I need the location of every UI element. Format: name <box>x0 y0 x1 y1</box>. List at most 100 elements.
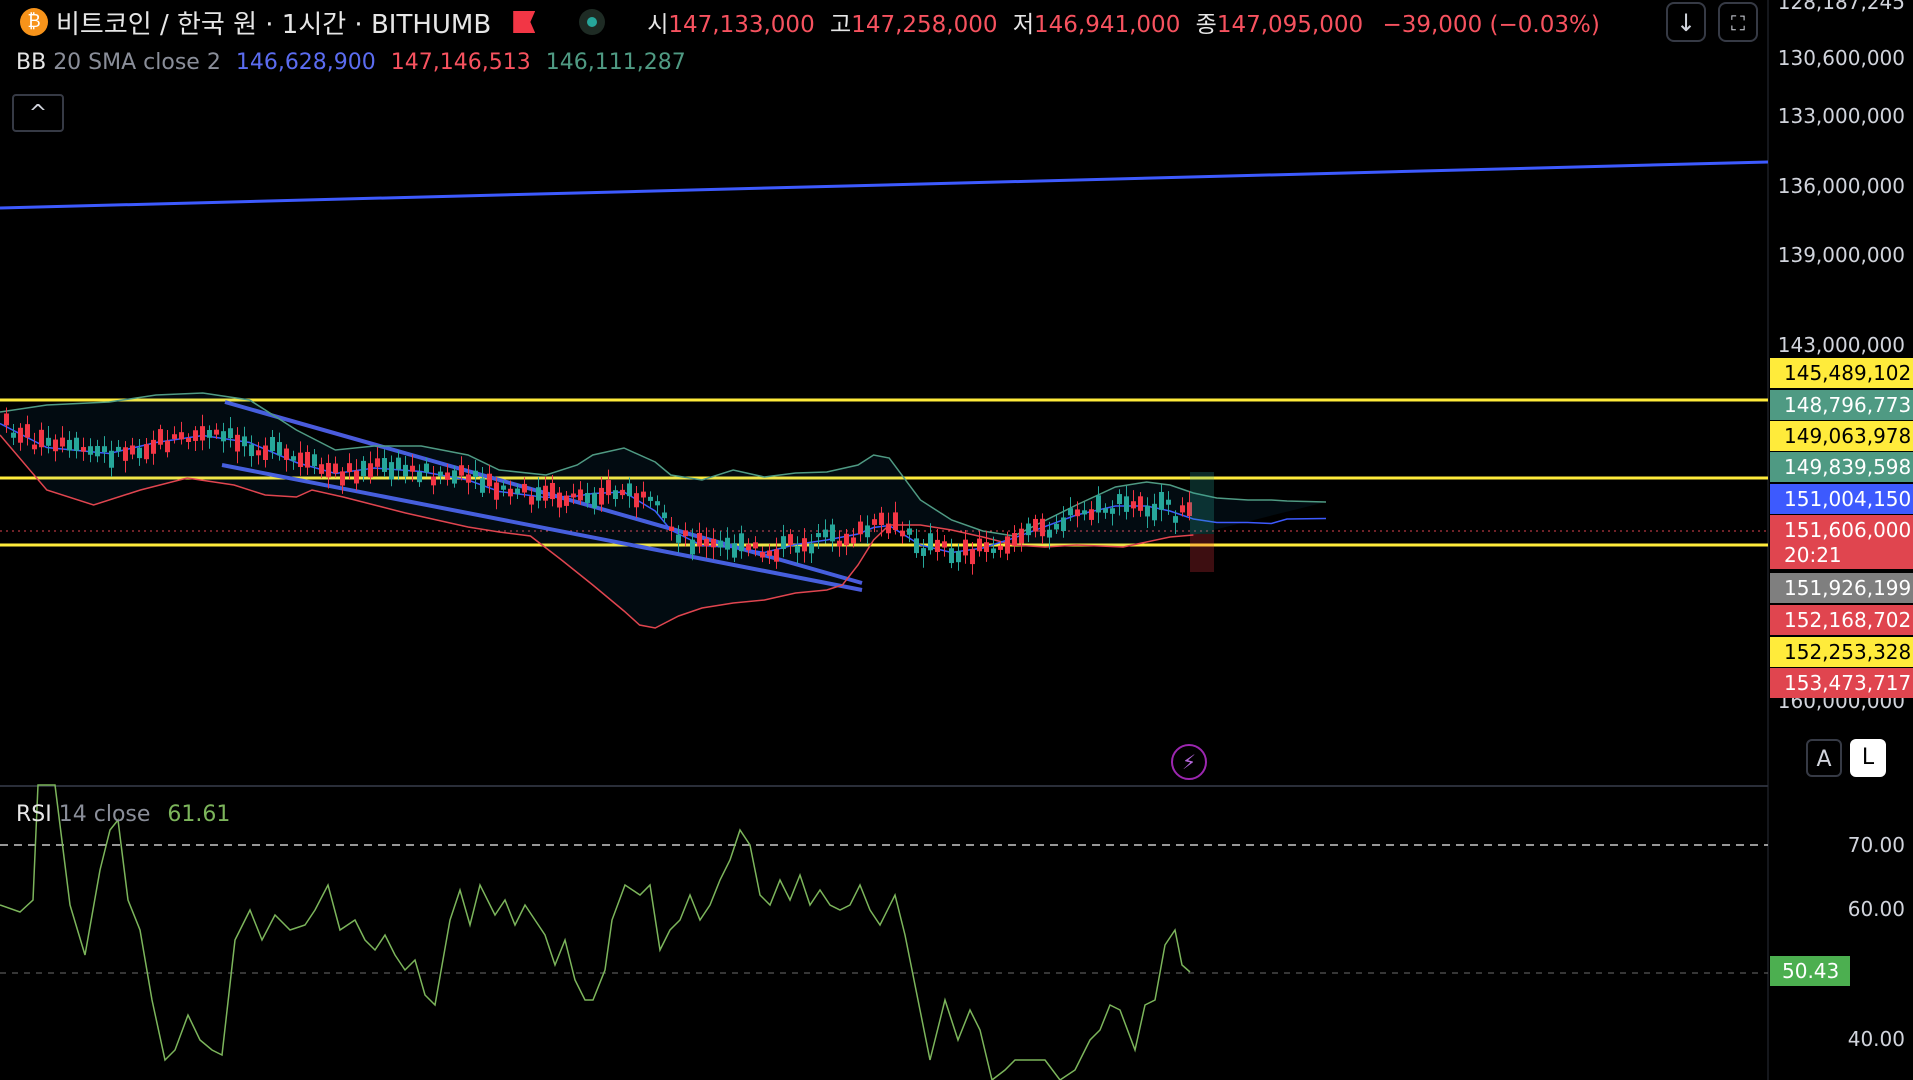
candle-body <box>200 426 205 441</box>
candle-body <box>81 447 86 452</box>
candle-body <box>774 549 779 562</box>
collapse-indicators-button[interactable]: ^ <box>12 94 64 132</box>
candle-body <box>522 483 527 493</box>
candle-body <box>830 524 835 542</box>
price-axis-label: 136,000,000 <box>1777 174 1905 198</box>
candle-body <box>837 540 842 547</box>
price-tag: 149,063,978 <box>1770 421 1913 451</box>
lightning-icon[interactable]: ⚡ <box>1171 744 1207 780</box>
candle-body <box>207 430 212 438</box>
candle-body <box>823 529 828 538</box>
candle-body <box>788 534 793 545</box>
candle-body <box>340 471 345 486</box>
candle-body <box>1173 516 1178 523</box>
fullscreen-icon: ⛶ <box>1731 11 1745 35</box>
candle-body <box>284 448 289 460</box>
fullscreen-button[interactable]: ⛶ <box>1718 2 1758 42</box>
auto-scale-button[interactable]: A <box>1806 739 1842 777</box>
candle-body <box>487 473 492 487</box>
candle-body <box>137 447 142 459</box>
candle-body <box>263 445 268 460</box>
bb-upper-value: 147,146,513 <box>390 50 531 75</box>
candle-body <box>305 451 310 468</box>
candle-body <box>228 428 233 439</box>
log-scale-button[interactable]: L <box>1850 739 1886 777</box>
candle-body <box>151 439 156 454</box>
candle-body <box>1089 509 1094 520</box>
candle-body <box>802 538 807 552</box>
candle-body <box>816 533 821 538</box>
candle-body <box>851 537 856 544</box>
candle-body <box>1180 505 1185 513</box>
rsi-label: RSI <box>16 802 52 827</box>
candle-body <box>1033 518 1038 532</box>
change-value: −39,000 (−0.03%) <box>1382 12 1600 38</box>
rsi-params: 14 close <box>58 802 151 827</box>
candle-body <box>900 530 905 537</box>
candle-body <box>536 487 541 501</box>
bb-basis-value: 146,628,900 <box>235 50 376 75</box>
candle-body <box>648 496 653 501</box>
candle-body <box>893 512 898 531</box>
candle-body <box>781 536 786 550</box>
candle-body <box>1159 491 1164 510</box>
candle-body <box>39 429 44 448</box>
candle-body <box>977 538 982 552</box>
bitcoin-icon: ₿ <box>20 8 48 36</box>
candle-body <box>116 446 121 452</box>
flag-icon[interactable] <box>513 11 536 33</box>
bb-lower-value: 146,111,287 <box>545 50 686 75</box>
candle-body <box>578 489 583 501</box>
price-axis-label: 130,600,000 <box>1777 46 1905 70</box>
price-tag: 148,796,773 <box>1770 390 1913 420</box>
candle-body <box>613 490 618 500</box>
candle-body <box>984 542 989 553</box>
candle-body <box>354 470 359 484</box>
candle-body <box>1005 536 1010 554</box>
candle-body <box>319 464 324 474</box>
chart-canvas[interactable] <box>0 0 1913 1080</box>
candle-body <box>921 548 926 556</box>
candle-body <box>690 539 695 555</box>
price-tag: 145,489,102 <box>1770 358 1913 388</box>
rsi-axis-label: 70.00 <box>1847 833 1905 857</box>
high-key: 고 <box>830 12 852 38</box>
candle-body <box>1096 495 1101 513</box>
candle-body <box>158 429 163 445</box>
candle-body <box>753 542 758 549</box>
candle-body <box>431 476 436 486</box>
price-axis-label: 143,000,000 <box>1777 333 1905 357</box>
candle-body <box>1040 518 1045 537</box>
chevron-up-icon: ^ <box>28 101 48 126</box>
candle-body <box>1082 510 1087 515</box>
projection-box-up <box>1190 472 1214 534</box>
symbol-title[interactable]: 비트코인 / 한국 원 · 1시간 · BITHUMB <box>56 4 491 41</box>
price-tag: 152,253,328 <box>1770 637 1913 667</box>
candle-body <box>585 492 590 503</box>
bb-legend[interactable]: BB 20 SMA close 2 146,628,900 147,146,51… <box>16 50 686 75</box>
candle-body <box>907 528 912 535</box>
candle-body <box>564 495 569 506</box>
candle-body <box>480 478 485 493</box>
candle-body <box>193 430 198 441</box>
candle-body <box>543 485 548 501</box>
trend-line <box>0 160 1769 210</box>
candle-body <box>739 533 744 552</box>
candle-body <box>88 446 93 455</box>
low-key: 저 <box>1012 12 1034 38</box>
rsi-legend[interactable]: RSI 14 close 61.61 <box>16 802 230 827</box>
download-button[interactable]: ↓ <box>1666 2 1706 42</box>
candle-body <box>11 432 16 438</box>
candle-body <box>186 437 191 443</box>
price-axis-label: 139,000,000 <box>1777 243 1905 267</box>
candle-body <box>466 474 471 483</box>
bar-countdown: 20:21 <box>1784 543 1842 567</box>
candle-body <box>844 533 849 546</box>
candle-body <box>858 521 863 535</box>
candle-body <box>221 431 226 442</box>
candle-body <box>662 512 667 519</box>
candle-body <box>634 493 639 508</box>
candle-body <box>886 523 891 534</box>
candle-body <box>956 551 961 563</box>
candle-body <box>46 437 51 446</box>
